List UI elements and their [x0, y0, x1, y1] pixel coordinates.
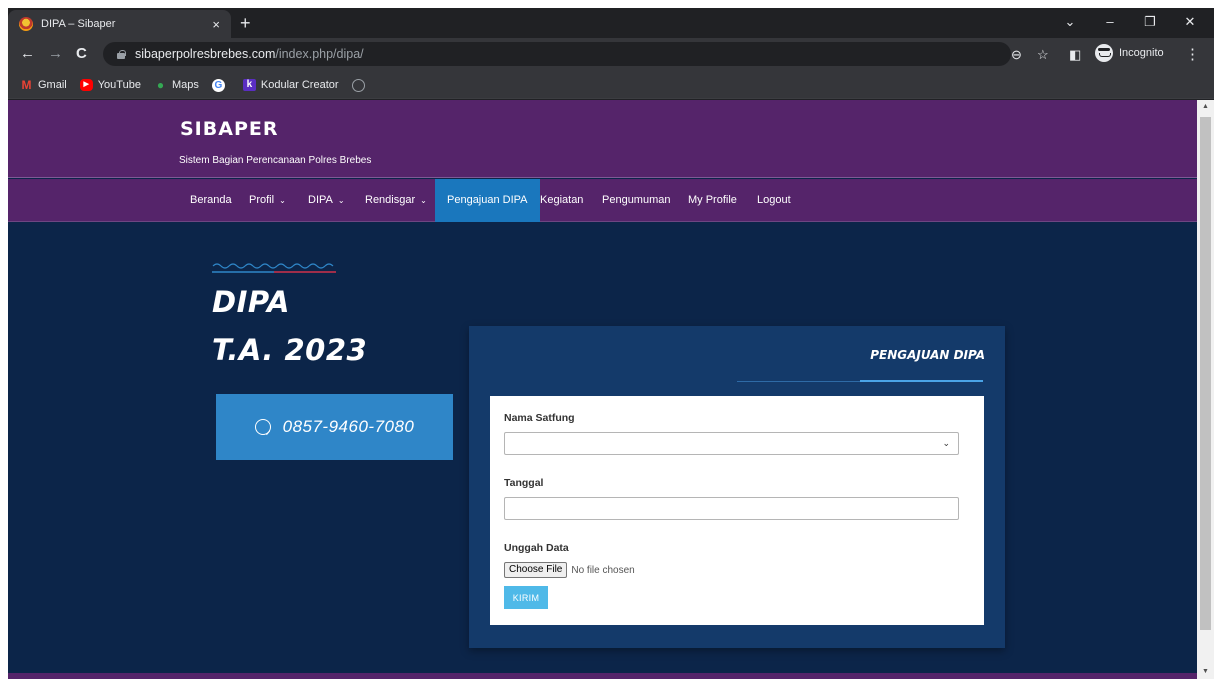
incognito-label: Incognito — [1119, 47, 1164, 59]
nav-label: Rendisgar — [365, 194, 416, 206]
tab-title: DIPA – Sibaper — [41, 18, 116, 30]
bookmark-label: Maps — [171, 79, 199, 91]
browser-window: DIPA – Sibaper × + ⌄ – ❐ ✕ ← → C sibaper… — [8, 8, 1214, 679]
close-window-button[interactable]: ✕ — [1170, 10, 1210, 34]
browser-tab[interactable]: DIPA – Sibaper × — [8, 10, 231, 38]
upload-label: Unggah Data — [504, 542, 569, 554]
bookmark-globe[interactable] — [351, 78, 370, 92]
forward-button[interactable]: → — [48, 45, 63, 62]
minimize-button[interactable]: – — [1090, 10, 1130, 34]
bookmark-kodular[interactable]: k Kodular Creator — [242, 79, 339, 91]
hero-title-year: T.A. 2023 — [212, 333, 368, 367]
nav-my-profile[interactable]: My Profile — [688, 179, 737, 222]
tab-search-icon[interactable]: ⌄ — [1050, 10, 1090, 34]
kodular-icon: k — [242, 79, 256, 91]
bookmark-label: Kodular Creator — [260, 79, 339, 91]
nav-pengumuman[interactable]: Pengumuman — [602, 179, 671, 222]
address-bar[interactable]: sibaperpolresbrebes.com/index.php/dipa/ … — [103, 42, 1049, 66]
scroll-up-icon[interactable]: ▲ — [1197, 100, 1214, 114]
side-panel-icon[interactable]: ◧ — [1069, 47, 1081, 63]
nav-kegiatan[interactable]: Kegiatan — [540, 179, 583, 222]
tanggal-label: Tanggal — [504, 477, 544, 489]
card-title: PENGAJUAN DIPA — [870, 348, 985, 362]
satfung-select[interactable]: ⌄ — [504, 432, 959, 455]
bookmark-maps[interactable]: ● Maps — [154, 79, 199, 91]
decorative-wave — [212, 263, 336, 273]
chevron-down-icon: ⌄ — [942, 438, 950, 448]
lock-icon[interactable] — [117, 49, 126, 59]
nav-label: Profil — [249, 194, 275, 206]
nav-label: Pengumuman — [602, 194, 671, 206]
footer-strip — [8, 673, 1197, 679]
phone-number: 0857-9460-7080 — [282, 417, 415, 436]
nav-label: DIPA — [308, 194, 333, 206]
pengajuan-form: Nama Satfung ⌄ Tanggal Unggah Data Choos… — [490, 396, 984, 625]
bookmark-label: Gmail — [38, 79, 67, 91]
youtube-icon: ▶ — [79, 79, 93, 91]
nav-logout[interactable]: Logout — [757, 179, 791, 222]
whatsapp-icon — [254, 419, 271, 435]
page-viewport: SIBAPER Sistem Bagian Perencanaan Polres… — [8, 100, 1197, 679]
browser-toolbar: ← → C sibaperpolresbrebes.com/index.php/… — [8, 38, 1214, 72]
incognito-indicator[interactable]: Incognito — [1095, 44, 1164, 62]
chevron-down-icon: ⌄ — [420, 196, 427, 205]
window-controls: ⌄ – ❐ ✕ — [1050, 10, 1210, 34]
chevron-down-icon: ⌄ — [337, 196, 345, 205]
bookmark-google[interactable]: G — [211, 78, 230, 92]
site-header: SIBAPER Sistem Bagian Perencanaan Polres… — [8, 100, 1197, 178]
tab-strip: DIPA – Sibaper × + ⌄ – ❐ ✕ — [8, 8, 1214, 38]
site-favicon-icon — [19, 17, 33, 31]
new-tab-button[interactable]: + — [240, 13, 251, 34]
scrollbar-thumb[interactable] — [1200, 117, 1211, 630]
google-icon: G — [211, 78, 225, 92]
nav-rendisgar[interactable]: Rendisgar ⌄ — [365, 179, 427, 222]
gmail-icon: M — [21, 78, 32, 92]
nav-label: Beranda — [190, 194, 232, 206]
maps-pin-icon: ● — [156, 78, 165, 92]
bookmark-youtube[interactable]: ▶ YouTube — [79, 79, 141, 91]
nav-label: Kegiatan — [540, 194, 584, 206]
url-host: sibaperpolresbrebes.com — [135, 47, 276, 61]
site-tagline: Sistem Bagian Perencanaan Polres Brebes — [179, 155, 372, 166]
close-tab-icon[interactable]: × — [212, 17, 220, 32]
nav-label: My Profile — [688, 194, 737, 206]
nav-label: Pengajuan DIPA — [447, 194, 528, 206]
site-nav: Beranda Profil ⌄ DIPA ⌄ Rendisgar ⌄ Pengaju… — [8, 179, 1197, 222]
site-logo[interactable]: SIBAPER — [180, 118, 278, 140]
kirim-button[interactable]: KIRIM — [504, 586, 548, 609]
file-status: No file chosen — [571, 564, 635, 576]
bookmark-label: YouTube — [97, 79, 141, 91]
tanggal-input[interactable] — [504, 497, 959, 520]
card-divider-accent — [860, 380, 983, 382]
bookmark-gmail[interactable]: M Gmail — [20, 79, 67, 91]
satfung-label: Nama Satfung — [504, 412, 575, 424]
nav-pengajuan-dipa[interactable]: Pengajuan DIPA — [435, 179, 540, 222]
bookmarks-bar: M Gmail ▶ YouTube ● Maps G k Kodular Cre… — [8, 72, 1214, 99]
page-scrollbar[interactable]: ▲ ▼ — [1197, 100, 1214, 679]
file-input: Choose File No file chosen — [504, 562, 984, 578]
chevron-down-icon: ⌄ — [279, 196, 286, 205]
pengajuan-card: PENGAJUAN DIPA Nama Satfung ⌄ Tanggal Un… — [469, 326, 1005, 648]
nav-beranda[interactable]: Beranda — [190, 179, 232, 222]
incognito-icon — [1095, 44, 1113, 62]
nav-dipa[interactable]: DIPA ⌄ — [308, 179, 345, 222]
nav-profil[interactable]: Profil ⌄ — [249, 179, 286, 222]
globe-icon — [351, 78, 365, 92]
bookmark-star-icon[interactable]: ☆ — [1037, 47, 1049, 63]
zoom-icon[interactable]: ⊖ — [1011, 47, 1022, 63]
scroll-down-icon[interactable]: ▼ — [1197, 665, 1214, 679]
restore-button[interactable]: ❐ — [1130, 10, 1170, 34]
nav-label: Logout — [757, 194, 791, 206]
reload-button[interactable]: C — [76, 45, 87, 62]
url-path: /index.php/dipa/ — [275, 47, 364, 61]
hero-title-dipa: DIPA — [212, 285, 290, 319]
whatsapp-button[interactable]: 0857-9460-7080 — [216, 394, 453, 460]
back-button[interactable]: ← — [20, 45, 35, 62]
choose-file-button[interactable]: Choose File — [504, 562, 568, 578]
menu-icon[interactable]: ⋮ — [1185, 45, 1200, 63]
